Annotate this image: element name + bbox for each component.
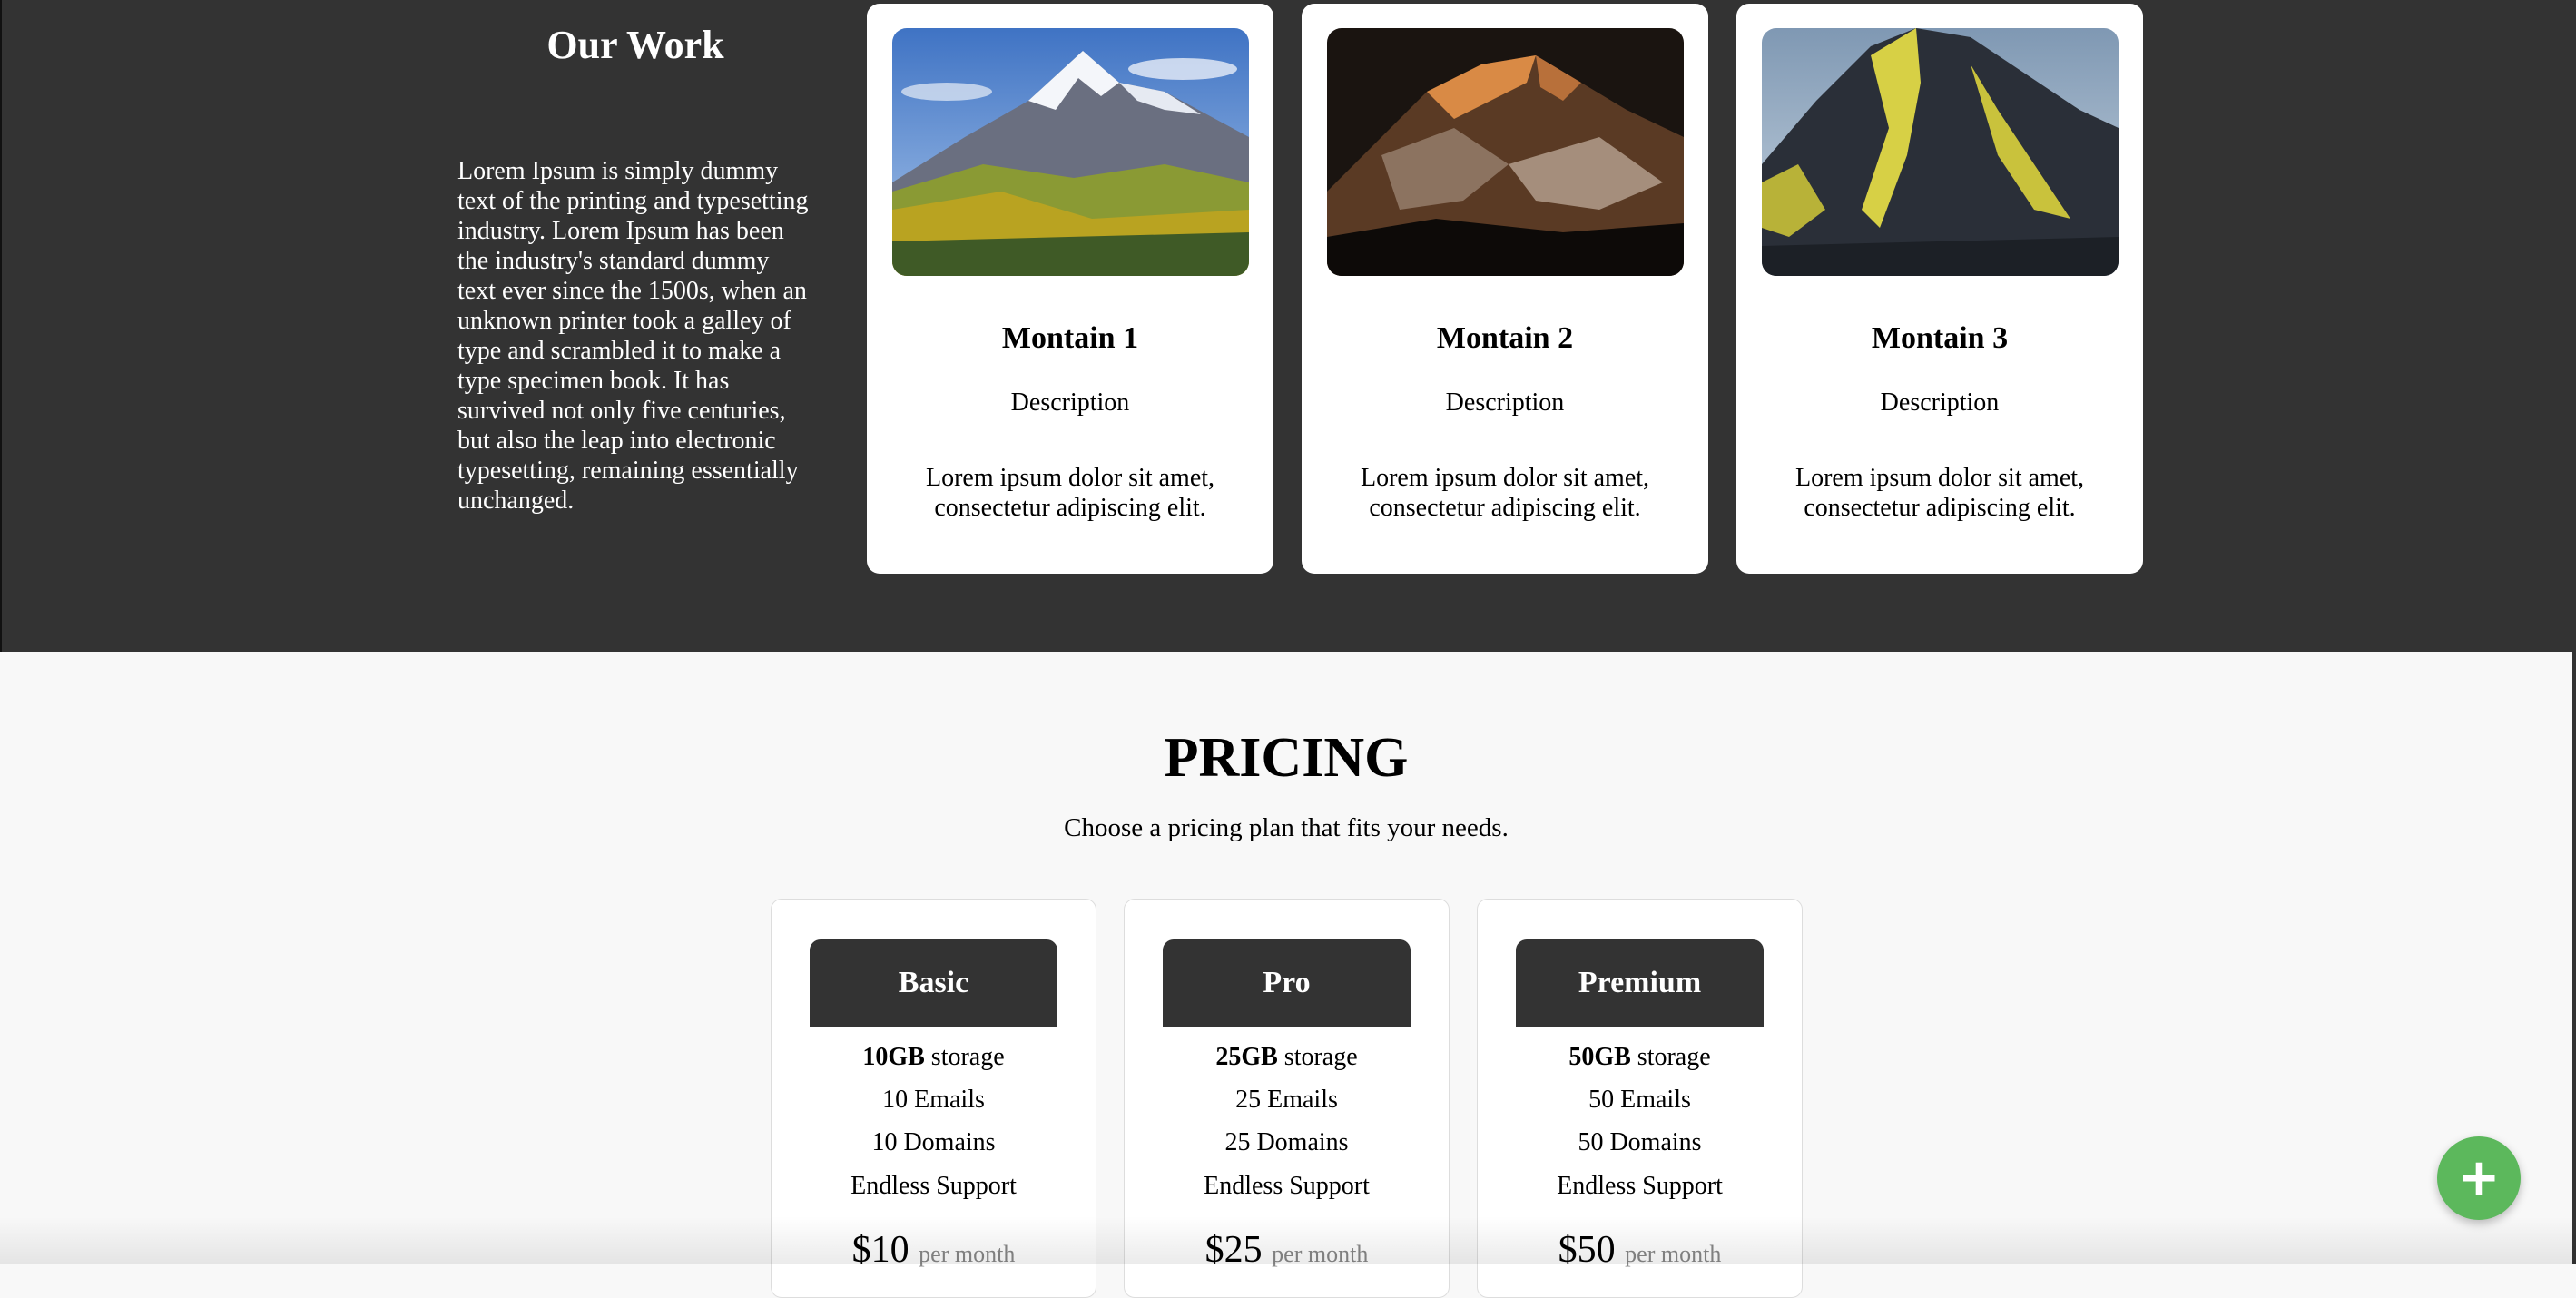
plan-price-amount: $25 xyxy=(1204,1229,1263,1271)
plan-emails: 25 Emails xyxy=(1235,1086,1338,1114)
work-card-text: Lorem ipsum dolor sit amet, consectetur … xyxy=(1794,464,2085,522)
plan-header: Basic xyxy=(810,939,1057,1027)
work-card-text: Lorem ipsum dolor sit amet, consectetur … xyxy=(1360,464,1650,522)
plan-emails: 50 Emails xyxy=(1588,1086,1691,1114)
plan-storage-amount: 50GB xyxy=(1568,1043,1631,1071)
plan-price: $50 per month xyxy=(1478,1228,1802,1272)
plan-support: Endless Support xyxy=(850,1172,1017,1200)
work-card-description: Description xyxy=(1010,388,1130,417)
plan-domains: 50 Domains xyxy=(1578,1128,1702,1156)
plan-header: Premium xyxy=(1516,939,1764,1027)
work-card-text: Lorem ipsum dolor sit amet, consectetur … xyxy=(925,464,1215,522)
pricing-subtitle: Choose a pricing plan that fits your nee… xyxy=(1064,813,1509,842)
plus-icon: + xyxy=(2457,1148,2501,1207)
plan-price: $25 per month xyxy=(1125,1228,1449,1272)
scrollbar-track[interactable] xyxy=(2572,652,2576,1264)
mountain-image-2 xyxy=(1327,28,1684,276)
pricing-title: PRICING xyxy=(1164,727,1409,789)
plan-price: $10 per month xyxy=(772,1228,1096,1272)
plan-card-pro[interactable]: Pro 25GB storage 25 Emails 25 Domains En… xyxy=(1124,899,1450,1298)
mountain-image-1 xyxy=(892,28,1249,276)
work-card-title: Montain 3 xyxy=(1871,321,2009,355)
our-work-title: Our Work xyxy=(546,23,724,67)
work-card-2[interactable]: Montain 2 Description Lorem ipsum dolor … xyxy=(1302,4,1708,574)
work-card-title: Montain 2 xyxy=(1436,321,1574,355)
our-work-section: Our Work Lorem Ipsum is simply dummy tex… xyxy=(0,0,2576,652)
work-card-description: Description xyxy=(1880,388,2000,417)
plan-support: Endless Support xyxy=(1204,1172,1370,1200)
plan-storage-label: storage xyxy=(1630,1043,1711,1071)
plan-card-premium[interactable]: Premium 50GB storage 50 Emails 50 Domain… xyxy=(1477,899,1803,1298)
work-card-1[interactable]: Montain 1 Description Lorem ipsum dolor … xyxy=(867,4,1273,574)
plan-storage: 25GB storage xyxy=(1125,1043,1449,1072)
plan-price-amount: $50 xyxy=(1558,1229,1616,1271)
mountain-image-3 xyxy=(1762,28,2119,276)
plan-storage-label: storage xyxy=(924,1043,1005,1071)
work-card-description: Description xyxy=(1445,388,1565,417)
plan-support: Endless Support xyxy=(1557,1172,1723,1200)
plan-domains: 25 Domains xyxy=(1224,1128,1349,1156)
plan-domains: 10 Domains xyxy=(871,1128,996,1156)
plan-price-amount: $10 xyxy=(851,1229,909,1271)
plan-card-basic[interactable]: Basic 10GB storage 10 Emails 10 Domains … xyxy=(771,899,1096,1298)
plan-storage-amount: 25GB xyxy=(1215,1043,1278,1071)
plan-storage-amount: 10GB xyxy=(862,1043,925,1071)
work-card-title: Montain 1 xyxy=(1001,321,1139,355)
plan-storage: 10GB storage xyxy=(772,1043,1096,1072)
plan-storage-label: storage xyxy=(1277,1043,1358,1071)
our-work-text: Lorem Ipsum is simply dummy text of the … xyxy=(457,157,809,515)
add-floating-button[interactable]: + xyxy=(2437,1136,2521,1220)
work-card-3[interactable]: Montain 3 Description Lorem ipsum dolor … xyxy=(1736,4,2143,574)
plan-storage: 50GB storage xyxy=(1478,1043,1802,1072)
plan-emails: 10 Emails xyxy=(882,1086,985,1114)
plan-header: Pro xyxy=(1163,939,1411,1027)
